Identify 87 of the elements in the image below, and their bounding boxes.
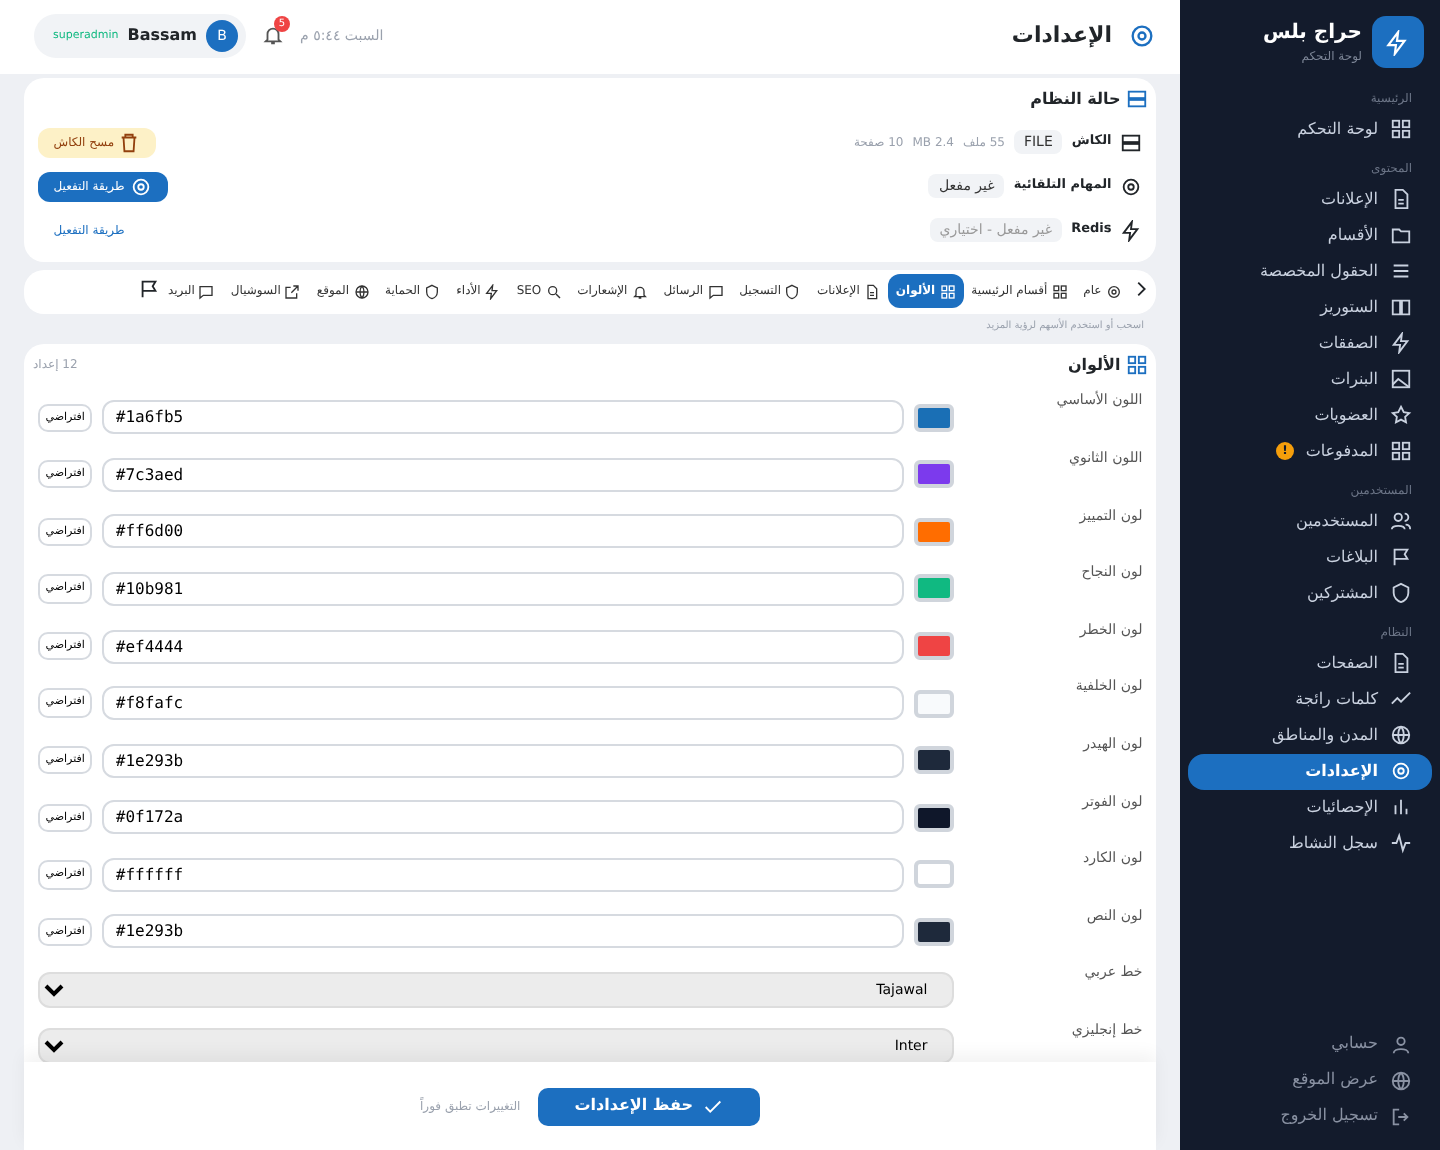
sidebar-item[interactable]: المستخدمين: [1188, 503, 1432, 539]
color-input-field[interactable]: #1e293b: [101, 914, 905, 949]
globe-icon: [1390, 724, 1412, 746]
bell-icon: [631, 283, 648, 300]
color-input-field[interactable]: #ef4444: [101, 629, 905, 664]
color-input-field[interactable]: #7c3aed: [101, 457, 905, 492]
logout-icon: [1390, 1105, 1412, 1127]
color-swatch[interactable]: [913, 746, 954, 775]
color-swatch[interactable]: [913, 917, 954, 946]
color-swatch[interactable]: [913, 860, 954, 889]
document-icon: [1390, 652, 1412, 674]
card-title: الألوان: [1067, 353, 1121, 378]
grid-icon: [1125, 354, 1147, 377]
page-title: الإعدادات: [1011, 20, 1112, 53]
grid-icon: [1051, 283, 1068, 300]
color-swatch[interactable]: [913, 574, 954, 603]
flag-icon: [1390, 546, 1412, 568]
pulse-icon: [1390, 832, 1412, 854]
search-icon: [545, 283, 562, 300]
star-icon: [1390, 404, 1412, 426]
grid-icon: [939, 283, 956, 300]
sidebar-item[interactable]: الستوريز: [1188, 289, 1432, 325]
sidebar-item[interactable]: الصفقات: [1188, 325, 1432, 361]
color-swatch[interactable]: [913, 689, 954, 718]
check-icon: [702, 1095, 724, 1117]
lightning-icon: [484, 283, 501, 300]
sidebar-item[interactable]: عرض الموقع: [1188, 1062, 1432, 1098]
card-title: حالة النظام: [1030, 87, 1121, 112]
sidebar-item[interactable]: الإعلانات: [1188, 181, 1432, 217]
user-name: Bassam: [127, 24, 197, 49]
chat-icon: [198, 283, 215, 300]
sidebar-item[interactable]: المشتركين: [1188, 575, 1432, 611]
globe-icon: [1390, 1069, 1412, 1091]
sidebar-item[interactable]: الإحصائيات: [1188, 789, 1432, 825]
chat-icon: [707, 283, 724, 300]
sidebar-item[interactable]: البنرات: [1188, 361, 1432, 397]
brand-name: حراج بلس: [1262, 20, 1362, 48]
bar-chart-icon: [1390, 796, 1412, 818]
color-input-field[interactable]: #ff6d00: [101, 514, 905, 549]
sidebar-item[interactable]: حسابي: [1188, 1026, 1432, 1062]
color-input-field[interactable]: #f8fafc: [101, 686, 905, 721]
shield-icon: [1390, 582, 1412, 604]
server-icon: [1120, 131, 1143, 154]
save-settings-button[interactable]: حفظ الإعدادات: [538, 1087, 760, 1125]
sidebar-item[interactable]: البلاغات: [1188, 539, 1432, 575]
lightning-icon: [1390, 332, 1412, 354]
shield-icon: [424, 283, 441, 300]
color-swatch[interactable]: [913, 460, 954, 489]
color-swatch[interactable]: [913, 403, 954, 432]
sidebar-item[interactable]: كلمات رائجة: [1188, 681, 1432, 717]
color-swatch[interactable]: [913, 803, 954, 832]
document-icon: [1390, 188, 1412, 210]
sidebar-item[interactable]: تسجيل الخروج: [1188, 1098, 1432, 1134]
share-icon: [284, 283, 301, 300]
sidebar-item[interactable]: الحقول المخصصة: [1188, 253, 1432, 289]
color-swatch[interactable]: [913, 517, 954, 546]
server-icon: [1125, 88, 1147, 111]
sidebar-item[interactable]: الإعدادات: [1188, 753, 1432, 789]
document-icon: [863, 283, 880, 300]
globe-icon: [353, 283, 370, 300]
users-icon: [1390, 510, 1412, 532]
sidebar-item[interactable]: المدن والمناطق: [1188, 717, 1432, 753]
color-input-field[interactable]: #0f172a: [101, 800, 905, 835]
color-swatch[interactable]: [913, 632, 954, 661]
color-input-field[interactable]: #10b981: [101, 571, 905, 606]
color-input-field[interactable]: #1a6fb5: [101, 400, 905, 435]
book-icon: [1390, 296, 1412, 318]
bell-icon: [262, 23, 284, 46]
sidebar-item[interactable]: لوحة التحكم: [1188, 111, 1432, 147]
flag-icon: [137, 278, 160, 301]
image-icon: [1390, 368, 1412, 390]
color-input-field[interactable]: #1e293b: [101, 743, 905, 778]
user-icon: [1390, 1033, 1412, 1055]
lightning-icon: [1120, 219, 1143, 242]
sidebar-item[interactable]: الأقسام: [1188, 217, 1432, 253]
color-input-field[interactable]: #ffffff: [101, 857, 905, 892]
grid-icon: [1390, 118, 1412, 140]
trend-icon: [1390, 688, 1412, 710]
grid-icon: [1390, 440, 1412, 462]
trash-icon: [118, 131, 141, 154]
logo-icon: [1371, 16, 1423, 68]
list-icon: [1390, 260, 1412, 282]
sidebar-item[interactable]: الصفحات: [1188, 645, 1432, 681]
sidebar-item[interactable]: سجل النشاط: [1188, 825, 1432, 861]
folder-icon: [1390, 224, 1412, 246]
sidebar-item[interactable]: العضويات: [1188, 397, 1432, 433]
shield-icon: [784, 283, 801, 300]
